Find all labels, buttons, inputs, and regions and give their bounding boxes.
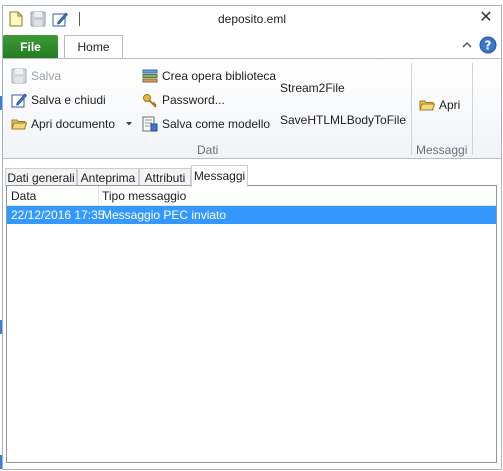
save-html-body-button[interactable]: SaveHTLMLBodyToFile — [280, 110, 406, 130]
ribbon-tab-row: File Home ? — [3, 33, 501, 60]
salva-label: Salva — [31, 69, 62, 83]
title-bar: deposito.eml ✕ — [3, 6, 501, 32]
document-window: deposito.eml ✕ File Home ? Salva Salva e… — [2, 5, 502, 470]
apri-label: Apri — [439, 98, 461, 112]
dropdown-arrow-icon — [126, 122, 133, 126]
salva-modello-button[interactable]: Salva come modello — [142, 114, 270, 134]
group-separator — [472, 63, 473, 155]
crea-opera-button[interactable]: Crea opera biblioteca — [142, 66, 276, 86]
column-header-data[interactable]: Data — [11, 189, 36, 203]
salva-modello-label: Salva come modello — [162, 117, 271, 131]
tab-home[interactable]: Home — [64, 35, 123, 60]
salva-chiudi-label: Salva e chiudi — [31, 93, 106, 107]
apri-messaggio-button[interactable]: Apri — [419, 95, 460, 115]
ribbon-tab-icons: ? — [461, 36, 497, 54]
list-header: Data Tipo messaggio — [7, 186, 496, 206]
password-label: Password... — [162, 93, 225, 107]
column-header-tipo[interactable]: Tipo messaggio — [102, 189, 186, 203]
apri-documento-label: Apri documento — [31, 117, 116, 131]
help-icon[interactable]: ? — [479, 36, 497, 54]
template-icon — [142, 116, 158, 132]
salva-chiudi-button[interactable]: Salva e chiudi — [11, 90, 106, 110]
close-icon[interactable]: ✕ — [477, 9, 495, 27]
svg-text:?: ? — [485, 39, 492, 53]
save-icon — [11, 68, 27, 84]
inner-tab-strip: Dati generali Anteprima Attributi Messag… — [5, 164, 499, 187]
group-label-messaggi: Messaggi — [416, 143, 468, 157]
key-icon — [143, 94, 157, 108]
column-separator[interactable] — [98, 186, 99, 206]
tab-file[interactable]: File — [3, 35, 58, 60]
stream2file-label: Stream2File — [280, 81, 345, 95]
tab-messaggi[interactable]: Messaggi — [191, 165, 248, 187]
group-separator — [411, 63, 412, 155]
group-label-dati: Dati — [197, 143, 219, 157]
stream2file-button[interactable]: Stream2File — [280, 78, 345, 98]
salva-button[interactable]: Salva — [11, 66, 61, 86]
row-message-type: Messaggio PEC inviato — [102, 208, 227, 222]
messages-list[interactable]: Data Tipo messaggio 22/12/2016 17:35 Mes… — [6, 185, 497, 463]
open-folder-icon — [11, 119, 27, 130]
row-date: 22/12/2016 17:35 — [11, 208, 105, 222]
save-html-body-label: SaveHTLMLBodyToFile — [280, 113, 407, 127]
open-folder-icon — [419, 100, 435, 111]
password-button[interactable]: Password... — [142, 90, 225, 110]
ribbon-panel: Salva Salva e chiudi Apri documento Crea… — [3, 58, 501, 159]
window-title: deposito.eml — [217, 12, 287, 26]
library-icon — [142, 69, 158, 83]
save-close-icon — [11, 93, 27, 108]
table-row[interactable]: 22/12/2016 17:35 Messaggio PEC inviato — [7, 206, 496, 224]
minimize-ribbon-icon[interactable] — [461, 40, 473, 50]
crea-opera-label: Crea opera biblioteca — [162, 69, 277, 83]
apri-documento-button[interactable]: Apri documento — [11, 114, 133, 134]
